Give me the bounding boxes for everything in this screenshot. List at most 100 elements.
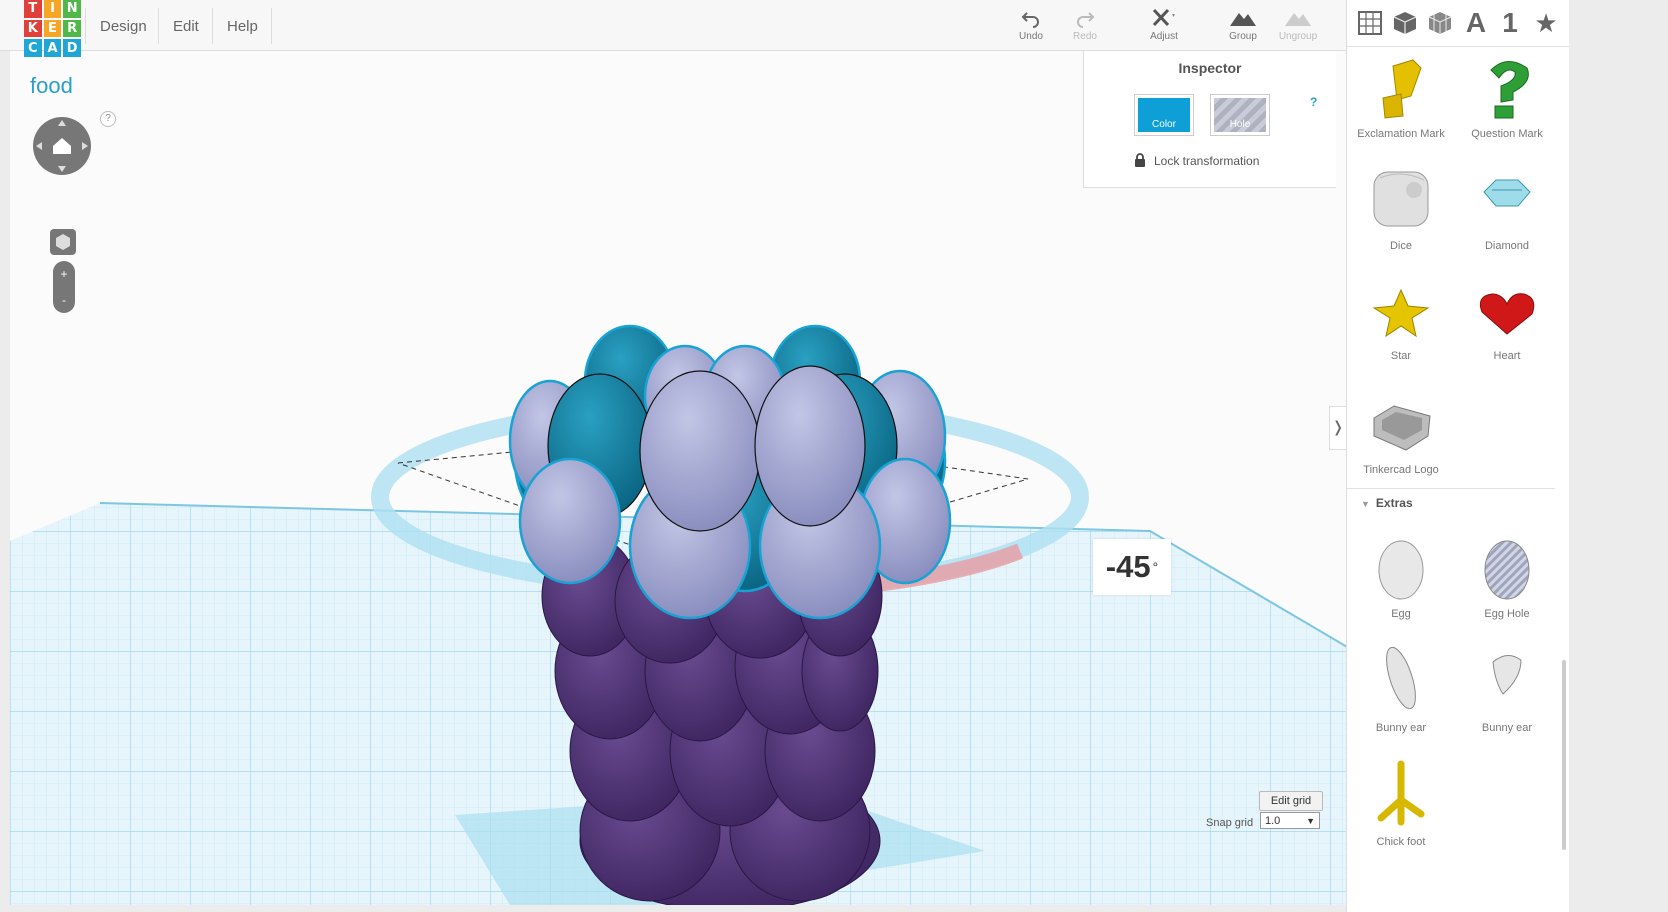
group-icon [1230,13,1256,26]
text-shapes-icon[interactable]: A [1463,9,1489,37]
ungroup-button[interactable]: Ungroup [1270,8,1326,42]
shape-label: Diamond [1484,240,1530,252]
grid-icon[interactable] [1357,10,1383,36]
logo-letter: I [43,0,62,18]
logo-letter: T [24,0,42,18]
panel-scrollbar[interactable] [1562,660,1566,850]
shape-label: Bunny ear [1481,722,1533,734]
undo-icon [1021,12,1039,28]
navigation-help-icon[interactable]: ? [100,111,116,127]
chick-foot-icon [1377,760,1425,826]
cube-icon[interactable] [1392,10,1418,36]
shape-heart[interactable]: Heart [1457,284,1557,362]
zoom-in-button[interactable]: + [53,261,75,287]
shape-label: Bunny ear [1375,722,1427,734]
group-label: Group [1229,31,1257,42]
view-cube-button[interactable] [50,229,76,255]
rotation-angle-readout: -45 ° [1093,539,1171,595]
hole-swatch: Hole [1214,98,1266,132]
adjust-button[interactable]: Adjust [1136,8,1192,42]
egg-icon [1378,540,1424,600]
undo-button[interactable]: Undo [1003,8,1059,42]
shapes-panel: A 1 ★ Exclamation Mark Question Mark Dic… [1346,0,1569,912]
shape-chick-foot[interactable]: Chick foot [1351,760,1451,848]
color-label: Color [1152,119,1176,130]
shape-egg-hole[interactable]: Egg Hole [1457,532,1557,620]
shape-label: Chick foot [1376,836,1426,848]
degree-symbol: ° [1152,559,1159,575]
logo-letter: D [63,39,81,57]
dropdown-arrow-icon: ▼ [1306,816,1315,826]
hole-label: Hole [1229,119,1251,130]
lock-transformation-label: Lock transformation [1154,154,1260,168]
shape-dice[interactable]: Dice [1351,164,1451,252]
wireframe-cube-icon[interactable] [1427,10,1453,36]
heart-shape-icon [1479,293,1535,335]
redo-icon [1077,12,1095,28]
tinkercad-logo[interactable]: T I N K E R C A D [24,0,81,57]
selected-egg-crown[interactable] [508,324,952,620]
diamond-icon [1483,179,1531,207]
inspector-title: Inspector [1178,60,1242,76]
star-favorites-icon[interactable]: ★ [1533,10,1559,36]
menu-help[interactable]: Help [227,18,258,35]
divider [212,8,213,44]
undo-label: Undo [1019,31,1043,42]
shape-question-mark[interactable]: Question Mark [1457,56,1557,140]
logo-letter: R [63,19,81,38]
extras-section-toggle[interactable]: ▼ Extras [1361,496,1413,510]
project-title[interactable]: food [30,73,73,99]
shape-egg[interactable]: Egg [1351,532,1451,620]
inspector-panel: Inspector Color Hole ? Lock transformati… [1083,51,1336,188]
divider [271,8,272,44]
menu-design[interactable]: Design [100,18,147,35]
shape-exclamation-mark[interactable]: Exclamation Mark [1351,56,1451,140]
shape-tinkercad-logo[interactable]: Tinkercad Logo [1351,396,1451,476]
logo-letter: K [24,19,42,38]
snap-grid-value: 1.0 [1265,815,1281,827]
collapse-triangle-icon: ▼ [1361,499,1370,509]
extras-heading: Extras [1375,496,1413,510]
divider [158,8,159,44]
question-mark-icon [1490,61,1529,119]
shape-label: Egg [1391,608,1411,620]
logo-letter: A [43,39,62,57]
bunny-ear-icon [1492,655,1522,695]
view-orbit-control[interactable] [32,116,92,176]
shape-bunny-ear-1[interactable]: Bunny ear [1351,642,1451,734]
inspector-help-icon[interactable]: ? [1310,95,1317,109]
shape-label: Egg Hole [1484,608,1530,620]
lock-transformation-toggle[interactable]: Lock transformation [1134,153,1259,168]
shape-diamond[interactable]: Diamond [1457,164,1557,252]
shape-label: Question Mark [1471,128,1543,140]
shape-star[interactable]: Star [1351,284,1451,362]
number-shapes-icon[interactable]: 1 [1497,9,1523,37]
star-shape-icon [1372,288,1430,338]
panel-collapse-button[interactable]: ❭ [1329,406,1346,450]
redo-button[interactable]: Redo [1057,8,1113,42]
shape-category-bar: A 1 ★ [1347,0,1569,47]
ungroup-icon [1285,13,1311,26]
snap-grid-select[interactable]: 1.0 ▼ [1260,812,1320,829]
divider [85,8,86,44]
exclamation-mark-icon [1382,59,1422,119]
shape-label: Heart [1493,350,1521,362]
hole-swatch-button[interactable]: Hole [1210,94,1270,136]
color-swatch-button[interactable]: Color [1134,94,1194,136]
snap-grid-label: Snap grid [1206,817,1254,829]
shape-bunny-ear-2[interactable]: Bunny ear [1457,642,1557,734]
lock-icon [1135,153,1145,167]
shape-label: Dice [1389,240,1412,252]
shape-label: Tinkercad Logo [1363,464,1439,476]
logo-letter: C [24,39,42,57]
bunny-ear-icon [1386,646,1416,710]
dice-icon [1373,171,1429,227]
group-button[interactable]: Group [1215,8,1271,42]
zoom-control: + - [53,261,75,313]
zoom-out-button[interactable]: - [53,287,75,313]
edit-grid-button[interactable]: Edit grid [1259,791,1323,811]
cube-icon [56,234,70,250]
menu-edit[interactable]: Edit [173,18,199,35]
egg-hole-icon [1484,540,1530,600]
tinkercad-logo-shape-icon [1373,405,1431,451]
